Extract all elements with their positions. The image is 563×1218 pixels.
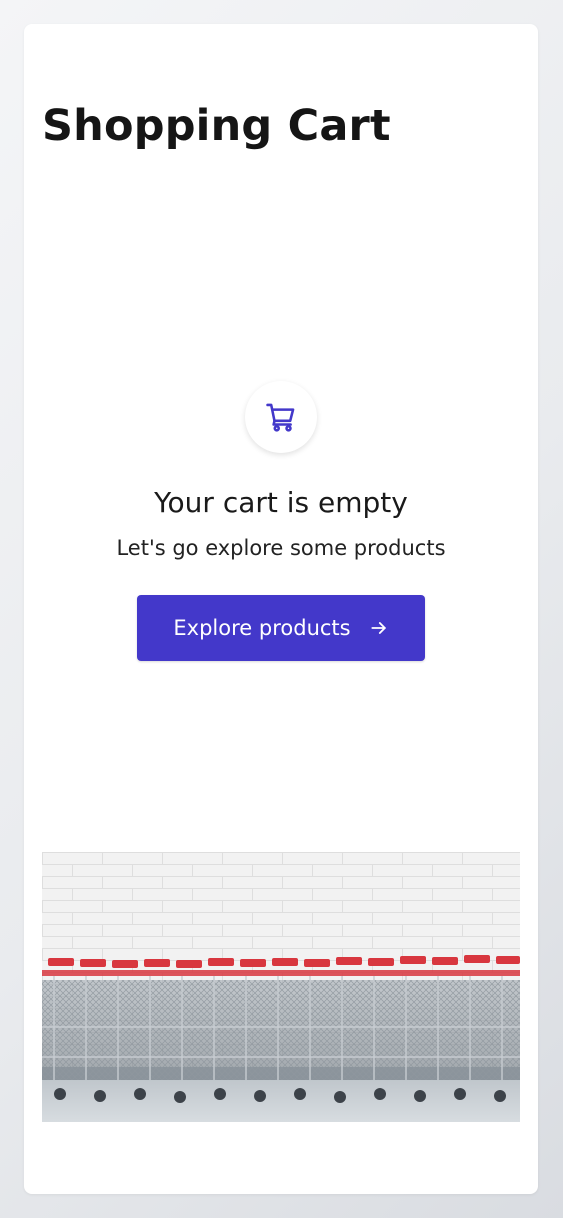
explore-products-button[interactable]: Explore products bbox=[137, 595, 425, 661]
empty-cart-heading: Your cart is empty bbox=[154, 486, 408, 519]
arrow-right-icon bbox=[369, 618, 389, 638]
cart-icon-badge bbox=[245, 381, 317, 453]
shopping-carts-image bbox=[42, 852, 520, 1122]
shopping-cart-icon bbox=[264, 400, 298, 434]
empty-cart-state: Your cart is empty Let's go explore some… bbox=[24, 381, 538, 661]
cart-card: Shopping Cart Your cart is empty Let's g… bbox=[24, 24, 538, 1194]
page-title: Shopping Cart bbox=[42, 101, 391, 151]
explore-products-label: Explore products bbox=[173, 616, 351, 640]
empty-cart-subtext: Let's go explore some products bbox=[116, 536, 446, 560]
